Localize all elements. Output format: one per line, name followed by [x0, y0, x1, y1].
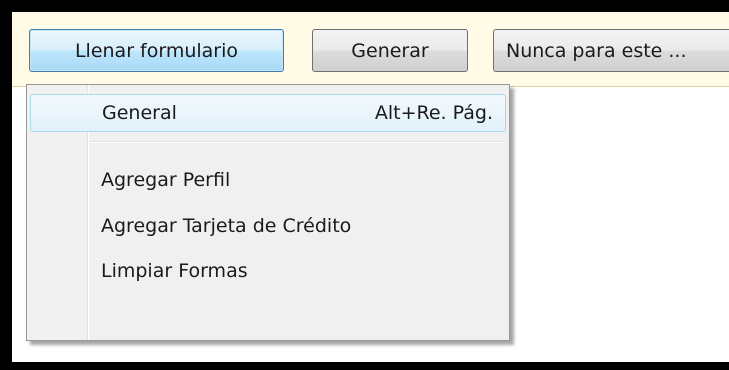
menu-item-clear-forms[interactable]: Limpiar Formas [30, 252, 506, 290]
never-for-this-site-button[interactable]: Nunca para este ... [493, 29, 729, 72]
menu-item-general[interactable]: General Alt+Re. Pág. [30, 94, 506, 132]
menu-item-label: Agregar Perfil [101, 169, 231, 191]
fill-form-dropdown-menu: General Alt+Re. Pág. Agregar Perfil Agre… [26, 84, 510, 341]
generate-button[interactable]: Generar [312, 29, 468, 72]
menu-item-add-profile[interactable]: Agregar Perfil [30, 161, 506, 199]
menu-item-shortcut: Alt+Re. Pág. [374, 102, 493, 124]
form-fill-toolbar: Llenar formulario Generar Nunca para est… [12, 12, 729, 87]
fill-form-button[interactable]: Llenar formulario [29, 29, 284, 72]
menu-item-add-credit-card[interactable]: Agregar Tarjeta de Crédito [30, 207, 506, 245]
menu-item-label: Limpiar Formas [101, 260, 248, 282]
menu-item-label: General [102, 102, 177, 124]
menu-item-label: Agregar Tarjeta de Crédito [101, 215, 352, 237]
menu-separator [91, 141, 505, 143]
